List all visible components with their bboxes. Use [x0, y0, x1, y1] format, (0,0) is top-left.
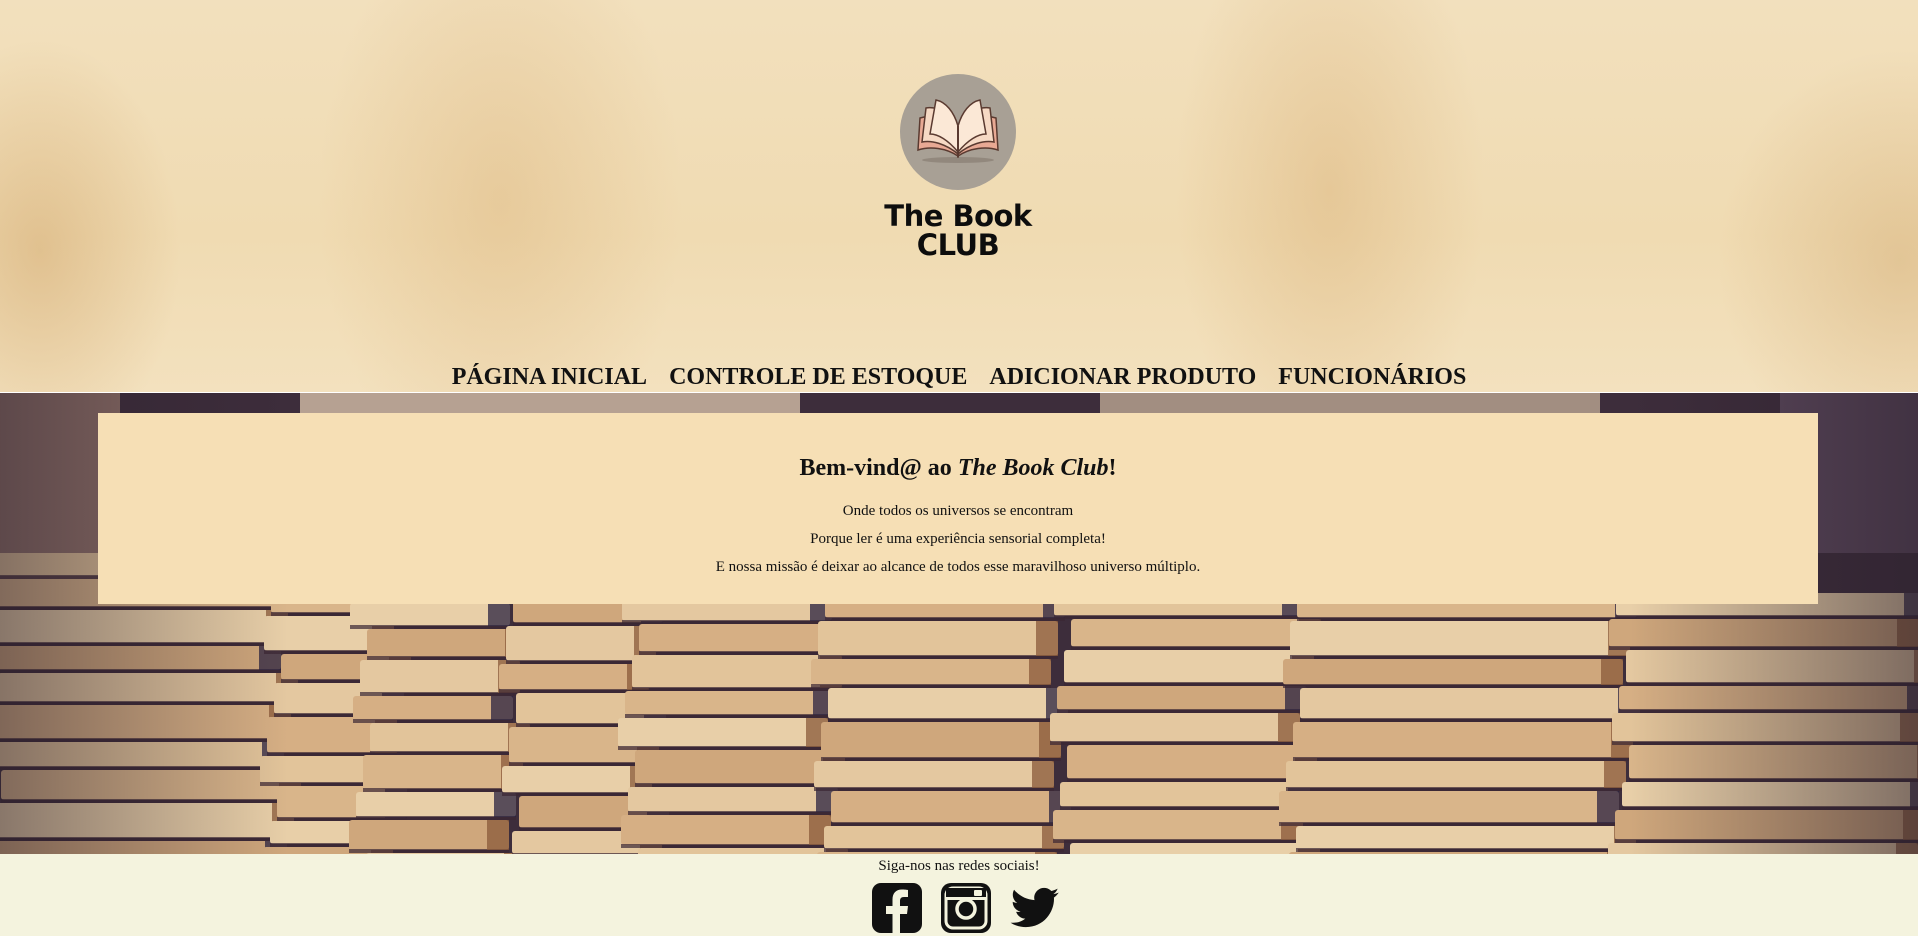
nav-item-pagina-inicial[interactable]: PÁGINA INICIAL	[452, 364, 647, 390]
site-logo-text: The Book CLUB	[868, 202, 1048, 260]
open-book-icon	[900, 74, 1016, 190]
nav-item-funcionarios[interactable]: FUNCIONÁRIOS	[1278, 364, 1466, 390]
site-footer: Siga-nos nas redes sociais!	[0, 854, 1918, 936]
welcome-title: Bem-vind@ ao The Book Club!	[98, 413, 1818, 483]
social-links	[871, 882, 1061, 934]
instagram-icon[interactable]	[940, 882, 992, 934]
main-nav: PÁGINA INICIAL CONTROLE DE ESTOQUE ADICI…	[0, 364, 1918, 391]
welcome-text: Onde todos os universos se encontram Por…	[98, 497, 1818, 581]
brand-line-2: CLUB	[916, 228, 1000, 262]
follow-us-text: Siga-nos nas redes sociais!	[878, 858, 1040, 874]
welcome-title-prefix: Bem-vind@ ao	[799, 455, 958, 481]
site-header: The Book CLUB PÁGINA INICIAL CONTROLE DE…	[0, 0, 1918, 392]
facebook-icon[interactable]	[871, 882, 923, 934]
welcome-line-2: Porque ler é uma experiência sensorial c…	[810, 531, 1106, 547]
welcome-title-suffix: !	[1108, 455, 1117, 481]
brand-line-1: The Book	[884, 199, 1032, 233]
welcome-line-3: E nossa missão é deixar ao alcance de to…	[715, 559, 1201, 575]
welcome-line-1: Onde todos os universos se encontram	[842, 503, 1074, 519]
welcome-panel: Bem-vind@ ao The Book Club! Onde todos o…	[98, 413, 1818, 604]
site-logo[interactable]: The Book CLUB	[868, 72, 1048, 272]
twitter-icon[interactable]	[1009, 882, 1061, 934]
welcome-title-brand: The Book Club	[957, 455, 1109, 481]
nav-item-controle-de-estoque[interactable]: CONTROLE DE ESTOQUE	[669, 364, 967, 390]
nav-item-adicionar-produto[interactable]: ADICIONAR PRODUTO	[989, 364, 1256, 390]
